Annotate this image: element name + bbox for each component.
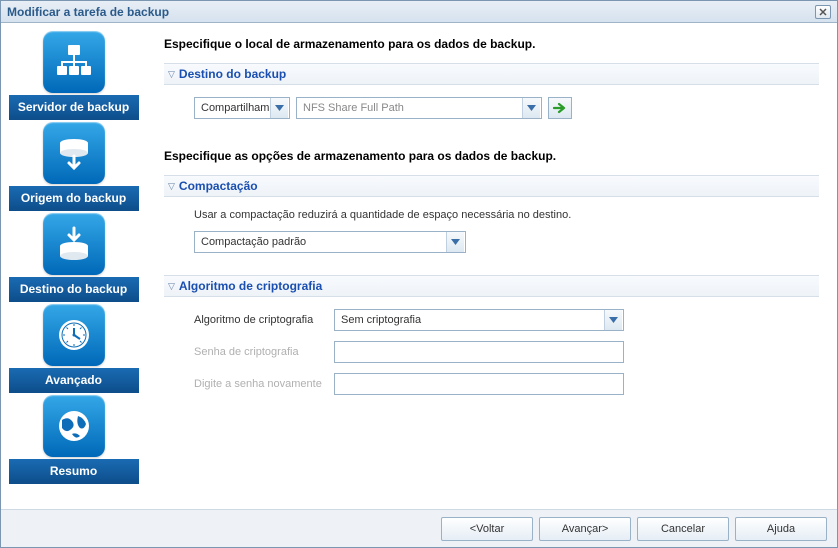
section-header-compression[interactable]: ▽ Compactação (164, 175, 819, 197)
drive-in-icon (43, 213, 105, 275)
instruction-storage-options: Especifique as opções de armazenamento p… (164, 149, 819, 163)
section-title: Compactação (179, 179, 258, 193)
step-label: Destino do backup (9, 277, 139, 302)
dialog-window: Modificar a tarefa de backup Servidor de… (0, 0, 838, 548)
go-button[interactable] (548, 97, 572, 119)
close-button[interactable] (815, 5, 831, 19)
chevron-down-icon: ▽ (168, 181, 175, 192)
encryption-algo-label: Algoritmo de criptografia (194, 313, 334, 327)
wizard-sidebar: Servidor de backup Origem do backup (1, 23, 146, 509)
step-label: Servidor de backup (9, 95, 139, 120)
compression-select[interactable]: Compactação padrão (194, 231, 466, 253)
dropdown-arrow-icon[interactable] (270, 98, 288, 118)
encryption-password-field (334, 341, 624, 363)
nfs-path-combo[interactable]: NFS Share Full Path (296, 97, 542, 119)
encryption-password-confirm-label: Digite a senha novamente (194, 377, 334, 391)
arrow-right-icon (553, 102, 567, 114)
step-label: Origem do backup (9, 186, 139, 211)
titlebar: Modificar a tarefa de backup (1, 1, 837, 23)
dropdown-arrow-icon[interactable] (446, 232, 464, 252)
compression-value: Compactação padrão (195, 236, 445, 248)
clock-icon (43, 304, 105, 366)
compression-description: Usar a compactação reduzirá a quantidade… (194, 209, 819, 221)
section-title: Algoritmo de criptografia (179, 279, 322, 293)
step-backup-source[interactable]: Origem do backup (9, 122, 139, 211)
section-title: Destino do backup (179, 67, 286, 81)
step-backup-destination[interactable]: Destino do backup (9, 213, 139, 302)
instruction-storage-location: Especifique o local de armazenamento par… (164, 37, 819, 51)
dropdown-arrow-icon[interactable] (604, 310, 622, 330)
next-button[interactable]: Avançar> (539, 517, 631, 541)
encryption-algo-value: Sem criptografia (335, 314, 603, 326)
section-destination: ▽ Destino do backup Compartilham NFS Sha… (164, 63, 819, 131)
cancel-button[interactable]: Cancelar (637, 517, 729, 541)
content-pane: Especifique o local de armazenamento par… (146, 23, 837, 509)
dialog-footer: <Voltar Avançar> Cancelar Ajuda (1, 509, 837, 547)
back-button[interactable]: <Voltar (441, 517, 533, 541)
dropdown-arrow-icon[interactable] (522, 98, 540, 118)
server-icon (43, 31, 105, 93)
window-title: Modificar a tarefa de backup (7, 5, 169, 19)
globe-icon (43, 395, 105, 457)
encryption-password-confirm-field (334, 373, 624, 395)
section-compression: ▽ Compactação Usar a compactação reduzir… (164, 175, 819, 257)
share-type-value: Compartilham (195, 102, 269, 114)
section-header-destination[interactable]: ▽ Destino do backup (164, 63, 819, 85)
dialog-body: Servidor de backup Origem do backup (1, 23, 837, 509)
encryption-password-label: Senha de criptografia (194, 345, 334, 359)
section-encryption: ▽ Algoritmo de criptografia Algoritmo de… (164, 275, 819, 409)
step-backup-server[interactable]: Servidor de backup (9, 31, 139, 120)
section-header-encryption[interactable]: ▽ Algoritmo de criptografia (164, 275, 819, 297)
step-summary[interactable]: Resumo (9, 395, 139, 484)
step-label: Avançado (9, 368, 139, 393)
drive-down-icon (43, 122, 105, 184)
nfs-path-placeholder: NFS Share Full Path (297, 102, 521, 114)
step-label: Resumo (9, 459, 139, 484)
share-type-select[interactable]: Compartilham (194, 97, 290, 119)
chevron-down-icon: ▽ (168, 281, 175, 292)
help-button[interactable]: Ajuda (735, 517, 827, 541)
step-advanced[interactable]: Avançado (9, 304, 139, 393)
encryption-algo-select[interactable]: Sem criptografia (334, 309, 624, 331)
chevron-down-icon: ▽ (168, 69, 175, 80)
